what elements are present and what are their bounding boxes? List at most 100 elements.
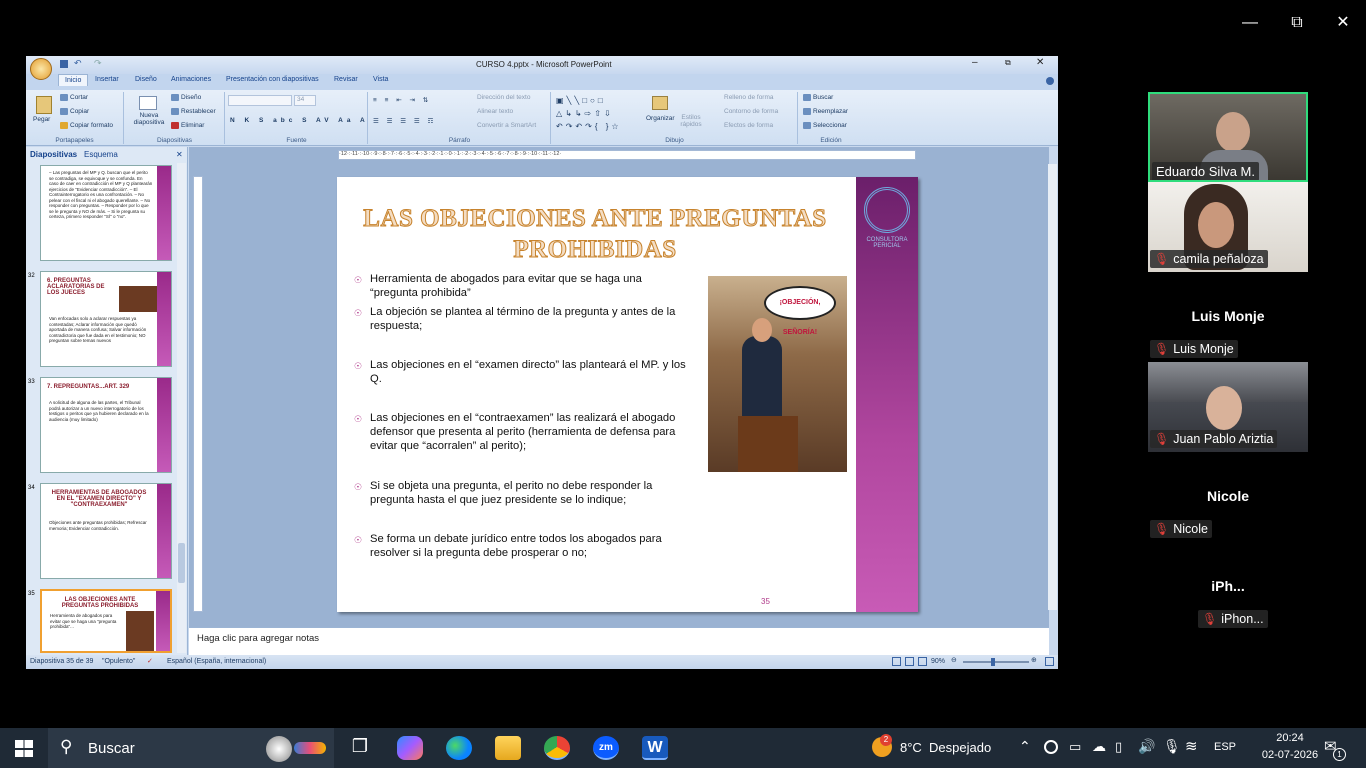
- format-painter-button[interactable]: Copiar formato: [60, 122, 113, 129]
- new-slide-button[interactable]: Nueva diapositiva: [129, 112, 169, 126]
- tab-diseno[interactable]: Diseño: [135, 76, 157, 83]
- windows-start-icon[interactable]: [15, 740, 33, 757]
- slide-thumb-35[interactable]: LAS OBJECIONES ANTE PREGUNTAS PROHIBIDAS…: [40, 589, 172, 653]
- tab-inicio[interactable]: Inicio: [58, 74, 89, 86]
- undo-icon[interactable]: ↶: [74, 58, 82, 69]
- language[interactable]: Español (España, internacional): [167, 658, 266, 665]
- shape-effects-button[interactable]: Efectos de forma: [724, 122, 773, 129]
- new-slide-icon[interactable]: [139, 96, 157, 110]
- restore-icon[interactable]: ⧉: [1284, 10, 1310, 36]
- search-box[interactable]: ⚲ Buscar: [48, 728, 334, 768]
- paste-button[interactable]: Pegar: [33, 116, 50, 123]
- bullet-5[interactable]: ☉ Si se objeta una pregunta, el perito no…: [354, 479, 690, 507]
- ppt-minimize-icon[interactable]: –: [972, 57, 978, 68]
- slide-title[interactable]: LAS OBJECIONES ANTE PREGUNTAS PROHIBIDAS: [347, 203, 843, 265]
- font-size-field[interactable]: 34: [294, 95, 316, 106]
- view-sorter-icon[interactable]: [905, 657, 914, 666]
- participant-name-luis[interactable]: 🎙 Luis Monje: [1150, 340, 1238, 358]
- pane-close-icon[interactable]: ✕: [176, 150, 183, 159]
- tray-volume-icon[interactable]: 🔊: [1138, 738, 1155, 755]
- zoom-out-icon[interactable]: ⊖: [951, 656, 957, 664]
- edit-scrollbar[interactable]: [1048, 164, 1057, 610]
- bullet-3[interactable]: ☉ Las objeciones en el “examen directo” l…: [354, 358, 690, 386]
- arrange-icon[interactable]: [652, 96, 668, 110]
- tab-revisar[interactable]: Revisar: [334, 76, 358, 83]
- reset-button[interactable]: Restablecer: [171, 108, 216, 115]
- ppt-restore-icon[interactable]: ⧉: [1005, 58, 1011, 68]
- ppt-close-icon[interactable]: ✕: [1036, 57, 1044, 68]
- arrange-button[interactable]: Organizar: [646, 115, 675, 122]
- weather-text[interactable]: 8°C Despejado: [900, 740, 991, 755]
- fit-window-icon[interactable]: [1045, 657, 1054, 666]
- tab-vista[interactable]: Vista: [373, 76, 388, 83]
- shapes-gallery[interactable]: ▣╲╲□○□ △↳↳⇨⇧⇩ ↶↷↶↷{ }☆: [556, 94, 636, 133]
- tab-presentacion[interactable]: Presentación con diapositivas: [226, 76, 319, 83]
- slide-thumb-33[interactable]: 7. REPREGUNTAS...ART. 329 A solicitud de…: [40, 377, 172, 473]
- scroll-thumb[interactable]: [178, 543, 185, 583]
- office-button[interactable]: [30, 58, 52, 80]
- find-button[interactable]: Buscar: [803, 94, 833, 101]
- view-slideshow-icon[interactable]: [918, 657, 927, 666]
- close-icon[interactable]: ✕: [1330, 10, 1356, 36]
- zoom-in-icon[interactable]: ⊕: [1031, 656, 1037, 664]
- tab-insertar[interactable]: Insertar: [95, 76, 119, 83]
- tray-phone-icon[interactable]: ▭: [1069, 739, 1081, 755]
- tray-record-icon[interactable]: [1044, 740, 1058, 754]
- participant-tile-camila[interactable]: 🎙 camila peñaloza: [1148, 182, 1308, 272]
- paste-icon[interactable]: [36, 96, 52, 114]
- help-icon[interactable]: [1046, 77, 1054, 85]
- redo-icon[interactable]: ↷: [94, 58, 102, 69]
- zoom-slider-thumb[interactable]: [991, 658, 995, 666]
- cut-button[interactable]: Cortar: [60, 94, 88, 101]
- tab-esquema[interactable]: Esquema: [84, 150, 118, 159]
- replace-button[interactable]: Reemplazar: [803, 108, 848, 115]
- delete-button[interactable]: Eliminar: [171, 122, 204, 129]
- chrome-icon[interactable]: [544, 736, 570, 760]
- pane-scrollbar[interactable]: [177, 163, 186, 653]
- task-view-icon[interactable]: ❐: [347, 736, 373, 760]
- tab-diapositivas[interactable]: Diapositivas: [30, 150, 77, 159]
- layout-button[interactable]: Diseño: [171, 94, 201, 101]
- copilot-icon[interactable]: [397, 736, 423, 760]
- tray-mic-icon[interactable]: 🎙: [1163, 738, 1181, 755]
- zoom-slider[interactable]: [963, 658, 1029, 666]
- courtroom-image[interactable]: ¡OBJECIÓN, SEÑORÍA!: [708, 276, 847, 472]
- minimize-icon[interactable]: —: [1237, 10, 1263, 36]
- save-icon[interactable]: [60, 60, 68, 68]
- quick-styles-button[interactable]: Estilos rápidos: [678, 114, 704, 128]
- clock-time[interactable]: 20:24: [1260, 732, 1320, 744]
- copy-button[interactable]: Copiar: [60, 108, 89, 115]
- tab-animaciones[interactable]: Animaciones: [171, 76, 211, 83]
- tray-onedrive-icon[interactable]: ☁: [1092, 738, 1106, 755]
- language-indicator[interactable]: ESP: [1214, 741, 1236, 753]
- align-text-button[interactable]: Alinear texto: [477, 108, 513, 115]
- shape-outline-button[interactable]: Contorno de forma: [724, 108, 778, 115]
- edge-icon[interactable]: [446, 736, 472, 760]
- clock-date[interactable]: 02-07-2026: [1260, 749, 1320, 761]
- bullet-2[interactable]: ☉ La objeción se plantea al término de la…: [354, 305, 690, 333]
- participant-name-nicole[interactable]: 🎙 Nicole: [1150, 520, 1212, 538]
- participant-name-iphone[interactable]: 🎙 iPhon...: [1198, 610, 1268, 628]
- zoom-level[interactable]: 90%: [931, 658, 945, 665]
- participant-tile-eduardo[interactable]: Eduardo Silva M.: [1148, 92, 1308, 182]
- slide-thumb-34[interactable]: HERRAMIENTAS DE ABOGADOS EN EL "EXAMEN D…: [40, 483, 172, 579]
- bullet-1[interactable]: ☉ Herramienta de abogados para evitar que…: [354, 272, 690, 300]
- view-normal-icon[interactable]: [892, 657, 901, 666]
- spellcheck-icon[interactable]: ✓: [147, 657, 153, 665]
- word-icon[interactable]: W: [642, 736, 668, 760]
- slide-thumb-32[interactable]: 6. PREGUNTAS ACLARATORIAS DE LOS JUECES …: [40, 271, 172, 367]
- bullet-4[interactable]: ☉ Las objeciones en el “contraexamen” las…: [354, 411, 690, 453]
- smartart-button[interactable]: Convertir a SmartArt: [477, 122, 536, 129]
- zoom-icon[interactable]: zm: [593, 736, 619, 760]
- current-slide[interactable]: CONSULTORA PERICIAL LAS OBJECIONES ANTE …: [337, 177, 918, 612]
- slide-thumb-31[interactable]: 31 – Las preguntas del MP y Q. buscan qu…: [40, 165, 172, 261]
- text-direction-button[interactable]: Dirección del texto: [477, 94, 530, 101]
- file-explorer-icon[interactable]: [495, 736, 521, 760]
- font-name-field[interactable]: [228, 95, 292, 106]
- bullet-6[interactable]: ☉ Se forma un debate jurídico entre todos…: [354, 532, 690, 560]
- tray-wifi-icon[interactable]: ≋: [1185, 737, 1198, 755]
- shape-fill-button[interactable]: Relleno de forma: [724, 94, 774, 101]
- tray-battery-icon[interactable]: ▯: [1115, 739, 1122, 755]
- participant-tile-juanpablo[interactable]: 🎙 Juan Pablo Ariztia: [1148, 362, 1308, 452]
- notes-field[interactable]: Haga clic para agregar notas: [189, 627, 1049, 655]
